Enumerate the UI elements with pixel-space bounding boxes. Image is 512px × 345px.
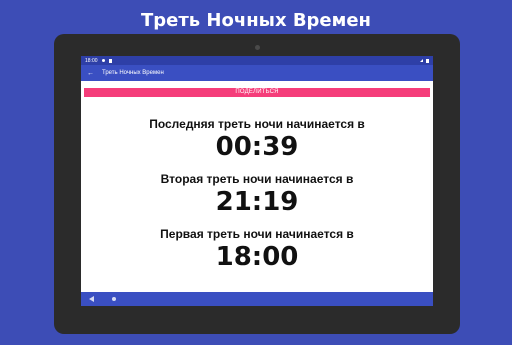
- app-bar-title: Треть Ночных Времен: [102, 70, 164, 76]
- status-left: 18:00: [85, 58, 112, 64]
- first-third-time: 18:00: [215, 242, 299, 272]
- status-bar: 18:00: [81, 56, 433, 65]
- status-right: [420, 58, 429, 63]
- share-button[interactable]: ПОДЕЛИТЬСЯ: [84, 88, 430, 97]
- nav-home-icon[interactable]: [112, 297, 116, 301]
- times-list: Последняя треть ночи начинается в 00:39 …: [81, 117, 433, 272]
- signal-icon: [420, 59, 423, 62]
- navigation-bar: [81, 292, 433, 306]
- last-third-time: 00:39: [215, 132, 299, 162]
- app-bar: ← Треть Ночных Времен: [81, 65, 433, 81]
- first-third-label: Первая треть ночи начинается в: [160, 227, 354, 241]
- tablet-frame: 18:00 ← Треть Ночных Времен ПОДЕЛИТЬСЯ П…: [54, 34, 460, 334]
- notification-icon: [101, 59, 105, 62]
- arrow-left-icon[interactable]: ←: [87, 70, 94, 77]
- battery-icon: [426, 58, 429, 63]
- sim-icon: [108, 58, 112, 63]
- nav-back-icon[interactable]: [89, 296, 94, 302]
- last-third-label: Последняя треть ночи начинается в: [149, 117, 365, 131]
- camera-icon: [255, 45, 260, 50]
- app-screen: 18:00 ← Треть Ночных Времен ПОДЕЛИТЬСЯ П…: [81, 56, 433, 306]
- status-time: 18:00: [85, 57, 98, 64]
- second-third-time: 21:19: [215, 187, 299, 217]
- promo-title: Треть Ночных Времен: [140, 10, 371, 31]
- second-third-label: Вторая треть ночи начинается в: [160, 172, 354, 186]
